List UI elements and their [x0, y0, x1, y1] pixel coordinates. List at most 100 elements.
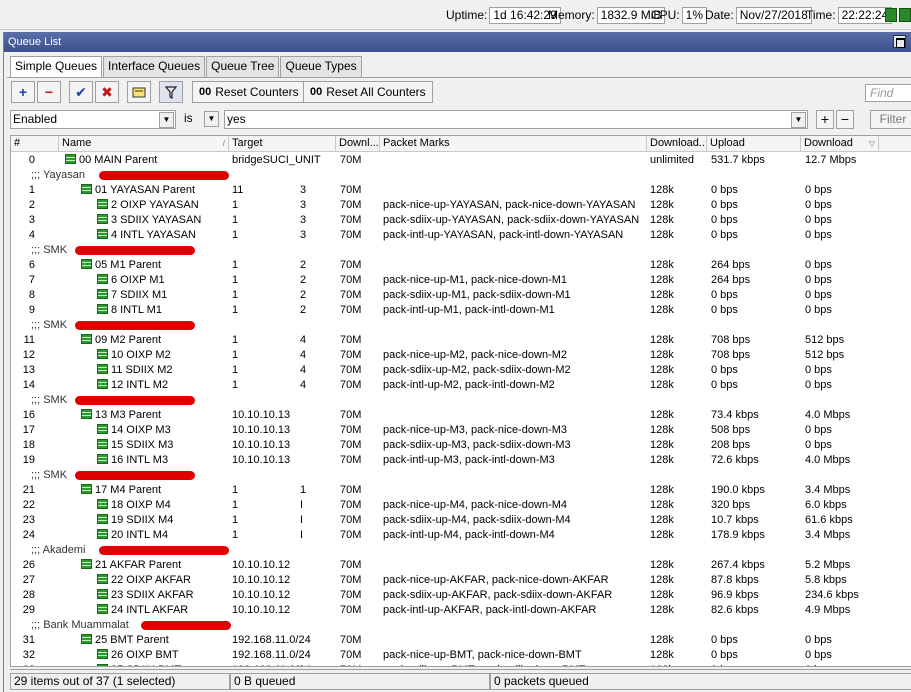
reset-all-counters-button[interactable]: 00 Reset All Counters	[303, 81, 433, 103]
max-limit: 70M	[340, 349, 362, 361]
col-header-number[interactable]: #	[11, 136, 59, 152]
queue-name: 00 MAIN Parent	[79, 154, 158, 166]
operator-chevron-down-icon[interactable]: ▼	[204, 111, 219, 127]
col-name-label: Name	[62, 137, 92, 149]
table-row[interactable]: 76 OIXP M1 1 2 70M pack-nice-up-M1, pack-nic…	[11, 273, 911, 288]
col-header-extra[interactable]	[879, 136, 911, 152]
col-header-download[interactable]: Download ▽	[801, 136, 879, 152]
max-limit: 70M	[340, 259, 362, 271]
tab-interface-queues[interactable]: Interface Queues	[103, 56, 206, 77]
window-titlebar[interactable]: Queue List	[4, 32, 911, 52]
table-row[interactable]: 23 19 SDIIX M4 1 I 70M pack-sdiix-up-M4, pack…	[11, 513, 911, 528]
table-row[interactable]: 19 16 INTL M3 10.10.10.13 70M pack-intl-up-M…	[11, 453, 911, 468]
comment-row[interactable]: ;;; SMK	[11, 243, 911, 258]
status-line: 29 items out of 37 (1 selected) 0 B queu…	[10, 669, 911, 691]
download-rate: 61.6 kbps	[805, 514, 853, 526]
table-row[interactable]: 16 13 M3 Parent 10.10.10.13 70M 128k 73.4 kbp…	[11, 408, 911, 423]
table-row[interactable]: 26 21 AKFAR Parent 10.10.10.12 70M 128k 267.4…	[11, 558, 911, 573]
table-row[interactable]: 17 14 OIXP M3 10.10.10.13 70M pack-nice-up-M…	[11, 423, 911, 438]
queue-name-cell: 6 OIXP M1	[97, 273, 229, 288]
comment-row[interactable]: ;;; Akademi	[11, 543, 911, 558]
col-header-upload[interactable]: Upload	[707, 136, 801, 152]
disable-button[interactable]: ✖	[95, 81, 119, 103]
target: bridgeSUCI_UNIT	[232, 154, 321, 166]
comment-row[interactable]: ;;; SMK	[11, 468, 911, 483]
max-limit: 70M	[340, 199, 362, 211]
table-row[interactable]: 44 INTL YAYASAN 1 3 70M pack-intl-up-YAYASAN…	[11, 228, 911, 243]
table-row[interactable]: 28 23 SDIIX AKFAR 10.10.10.12 70M pack-sdiix…	[11, 588, 911, 603]
find-input[interactable]: Find	[865, 84, 911, 102]
table-row[interactable]: 18 15 SDIIX M3 10.10.10.13 70M pack-sdiix-up…	[11, 438, 911, 453]
tab-queue-tree[interactable]: Queue Tree	[206, 56, 280, 77]
add-filter-button[interactable]: +	[816, 110, 834, 129]
table-row[interactable]: 1 01 YAYASAN Parent 11 3 70M 128k 0 bps 0 bps	[11, 183, 911, 198]
row-number: 24	[22, 529, 35, 541]
comment-row[interactable]: ;;; Bank Muammalat	[11, 618, 911, 633]
table-row[interactable]: 0 00 MAIN Parent bridgeSUCI_UNIT 70M unlimit…	[11, 153, 911, 168]
table-row[interactable]: 11 09 M2 Parent 1 4 70M 128k 708 bps 512 bps	[11, 333, 911, 348]
target-suffix: 3	[300, 229, 307, 241]
remove-button[interactable]: −	[37, 81, 61, 103]
upload-rate: 0 bps	[711, 304, 738, 316]
filter-button[interactable]: Filter	[870, 110, 911, 129]
download-rate: 0 bps	[805, 424, 832, 436]
table-row[interactable]: 24 20 INTL M4 1 I 70M pack-intl-up-M4, pack-i…	[11, 528, 911, 543]
tab-queue-types[interactable]: Queue Types	[280, 56, 362, 77]
queue-name-cell: 11 SDIIX M2	[97, 363, 229, 378]
col-header-target[interactable]: Target	[229, 136, 336, 152]
filter-toggle-button[interactable]	[159, 81, 183, 103]
upload-rate: 10.7 kbps	[711, 514, 759, 526]
filter-field-select[interactable]: Enabled ▼	[10, 110, 176, 129]
tab-simple-queues[interactable]: Simple Queues	[10, 56, 103, 78]
table-row[interactable]: 14 12 INTL M2 1 4 70M pack-intl-up-M2, pack-i…	[11, 378, 911, 393]
download-limit: 128k	[650, 649, 674, 661]
col-header-name[interactable]: Name /	[59, 136, 229, 152]
queue-name: 4 INTL YAYASAN	[111, 229, 196, 241]
date-label: Date:	[705, 8, 734, 22]
table-row[interactable]: 33 27 SDIIX BMT 192.168.11.0/24 70M pack-sdi…	[11, 663, 911, 666]
table-row[interactable]: 27 22 OIXP AKFAR 10.10.10.12 70M pack-nice-u…	[11, 573, 911, 588]
table-row[interactable]: 32 26 OIXP BMT 192.168.11.0/24 70M pack-nice…	[11, 648, 911, 663]
chevron-down-icon[interactable]: ▼	[159, 112, 174, 128]
upload-rate: 0 bps	[711, 364, 738, 376]
download-limit: 128k	[650, 214, 674, 226]
table-row[interactable]: 6 05 M1 Parent 1 2 70M 128k 264 bps 0 bps	[11, 258, 911, 273]
table-row[interactable]: 33 SDIIX YAYASAN 1 3 70M pack-sdiix-up-YAYAS…	[11, 213, 911, 228]
comment-row[interactable]: ;;; SMK	[11, 393, 911, 408]
restore-window-icon[interactable]	[893, 35, 906, 48]
table-row[interactable]: 22 18 OIXP M4 1 I 70M pack-nice-up-M4, pack-n…	[11, 498, 911, 513]
target-redaction	[247, 183, 297, 198]
enable-button[interactable]: ✔	[69, 81, 93, 103]
simple-queue-icon	[97, 289, 108, 299]
comment-button[interactable]	[127, 81, 151, 103]
table-row[interactable]: 22 OIXP YAYASAN 1 3 70M pack-nice-up-YAYASAN…	[11, 198, 911, 213]
table-row[interactable]: 12 10 OIXP M2 1 4 70M pack-nice-up-M2, pack-n…	[11, 348, 911, 363]
simple-queue-icon	[97, 499, 108, 509]
download-rate: 3.4 Mbps	[805, 529, 851, 541]
row-number: 6	[28, 259, 35, 271]
table-row[interactable]: 98 INTL M1 1 2 70M pack-intl-up-M1, pack-int…	[11, 303, 911, 318]
download-rate: 3.4 Mbps	[805, 484, 851, 496]
download-limit: 128k	[650, 529, 674, 541]
chevron-down-icon[interactable]: ▼	[791, 112, 806, 128]
remove-filter-button[interactable]: −	[836, 110, 854, 129]
filter-value-select[interactable]: yes ▼	[224, 110, 808, 129]
simple-queue-icon	[97, 199, 108, 209]
table-row[interactable]: 87 SDIIX M1 1 2 70M pack-sdiix-up-M1, pack-s…	[11, 288, 911, 303]
reset-counters-button[interactable]: 00 Reset Counters	[192, 81, 306, 103]
comment-row[interactable]: ;;; Yayasan	[11, 168, 911, 183]
add-button[interactable]: +	[11, 81, 35, 103]
table-row[interactable]: 29 24 INTL AKFAR 10.10.10.12 70M pack-intl-u…	[11, 603, 911, 618]
col-header-packet-marks[interactable]: Packet Marks	[380, 136, 647, 152]
table-row[interactable]: 31 25 BMT Parent 192.168.11.0/24 70M 128k 0 b…	[11, 633, 911, 648]
packet-marks: pack-nice-up-M2, pack-nice-down-M2	[383, 349, 568, 361]
queue-name-cell: 23 SDIIX AKFAR	[97, 588, 229, 603]
table-row[interactable]: 21 17 M4 Parent 1 1 70M 128k 190.0 kbps 3.4 Mbp…	[11, 483, 911, 498]
table-row[interactable]: 13 11 SDIIX M2 1 4 70M pack-sdiix-up-M2, pack…	[11, 363, 911, 378]
comment-row[interactable]: ;;; SMK	[11, 318, 911, 333]
col-header-download-limit[interactable]: Download...	[647, 136, 707, 152]
col-header-download-max[interactable]: Downl...	[336, 136, 380, 152]
target-suffix: I	[300, 529, 304, 541]
queued-packets: 0 packets queued	[490, 673, 911, 690]
queued-bytes: 0 B queued	[230, 673, 490, 690]
